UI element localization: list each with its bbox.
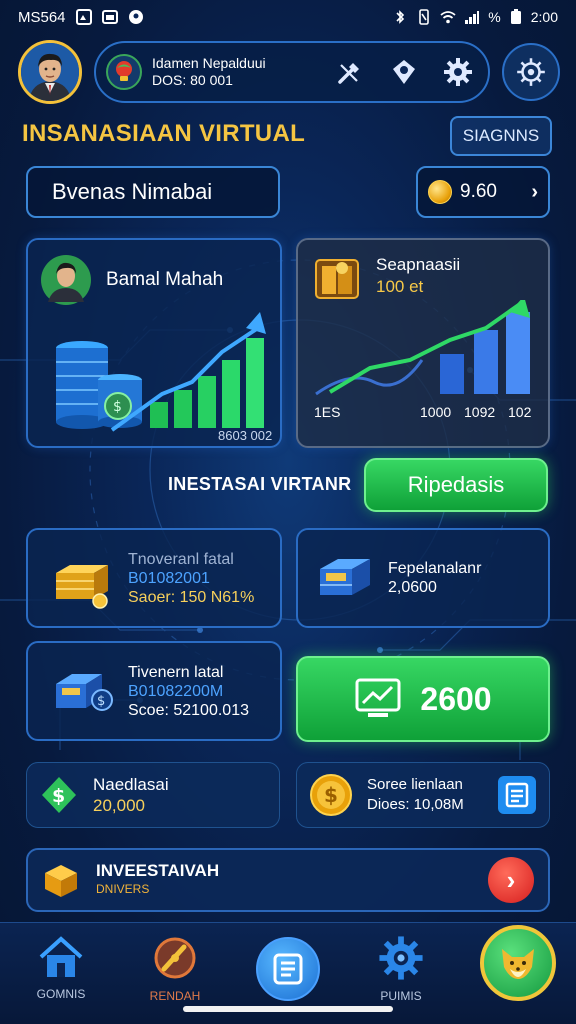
wifi-icon	[440, 11, 456, 24]
tools-button[interactable]	[328, 50, 372, 94]
cash-box-icon: $	[56, 674, 113, 711]
score-card[interactable]: $ Soree lienlaan Dioes: 10,08M	[296, 762, 550, 828]
avatar[interactable]	[18, 40, 82, 104]
card-code: B01082001	[128, 569, 210, 587]
coin-balance: 9.60	[460, 181, 497, 202]
battery-percent: %	[488, 9, 501, 25]
coin-balance-button[interactable]: 9.60 ›	[416, 166, 550, 218]
bluetooth-icon	[396, 10, 405, 24]
cash-stack-icon	[320, 559, 370, 595]
money-stack-icon	[315, 259, 359, 299]
card-title: Naedlasai	[93, 775, 169, 794]
tools-icon	[338, 63, 359, 84]
banner-subtitle: DNIVERS	[96, 882, 150, 896]
home-indicator[interactable]	[183, 1006, 393, 1012]
total-button[interactable]: 2600	[296, 656, 550, 742]
carrier-label: MS564	[18, 8, 66, 26]
list-icon	[273, 953, 303, 985]
gear-icon	[379, 936, 423, 980]
dollar-icon: $	[42, 777, 76, 813]
nav-item-invest[interactable]: RENDAH	[130, 935, 220, 1003]
home-icon	[39, 936, 83, 977]
balance-card[interactable]: $ Naedlasai 20,000	[26, 762, 280, 828]
nav-label: PUIMIS	[380, 989, 422, 1003]
card-score: Saoer: 150 N61%	[128, 588, 255, 606]
system-settings-button[interactable]	[502, 43, 560, 101]
name-field[interactable]: Bvenas Nimabai	[26, 166, 280, 218]
box-icon	[45, 865, 77, 897]
banner-title: INVEESTAIVAH	[96, 861, 220, 880]
header: Idamen Nepalduui DOS: 80 001	[18, 40, 560, 104]
card-title: Tnoveranl fatal	[128, 550, 234, 568]
coin-dollar-icon: $	[310, 774, 352, 816]
clock: 2:00	[530, 9, 558, 25]
gear-icon	[444, 58, 472, 86]
fox-icon	[502, 949, 534, 979]
card-code: B01082200M	[128, 682, 224, 700]
bar-chart-icon	[315, 300, 530, 396]
badge-icon	[393, 60, 415, 84]
tick-label: 1092	[464, 404, 496, 420]
nav-item-home[interactable]: GOMNIS	[16, 935, 106, 1001]
nav-label: GOMNIS	[36, 987, 86, 1001]
nav-fab-profile[interactable]	[480, 925, 556, 1001]
svg-text:$: $	[52, 785, 65, 807]
chevron-right-icon: ›	[531, 180, 538, 203]
tick-label: 1ES	[314, 404, 341, 420]
svg-text:$: $	[324, 783, 338, 807]
profile-sub: DOS: 80 001	[152, 72, 233, 88]
settings-button[interactable]	[436, 50, 480, 94]
status-bar: MS564 % 2:00	[0, 0, 576, 34]
coin-icon	[428, 180, 452, 204]
report-button[interactable]: Ripedasis	[364, 458, 548, 512]
battery-icon	[510, 9, 521, 24]
vibrate-icon	[419, 9, 430, 25]
card-value: 20,000	[93, 796, 145, 815]
card-left-value: 8603 002	[218, 428, 273, 443]
notification-icon	[75, 9, 92, 25]
investment-card-cash[interactable]: $ Tivenern latal B01082200M Scoe: 52100.…	[26, 641, 282, 741]
location-icon	[128, 10, 143, 24]
card-title: Tivenern latal	[128, 663, 224, 681]
tick-label: 1000	[420, 404, 452, 420]
card-title: Fepelanalanr	[388, 560, 482, 577]
document-icon[interactable]	[497, 775, 537, 815]
signs-button[interactable]: SIAGNNS	[450, 116, 552, 156]
gold-bars-icon	[56, 565, 108, 609]
chart-screen-icon	[355, 678, 401, 717]
invest-label: INESTASAI VIRTANR	[168, 474, 352, 494]
profile-name: Idamen Nepalduui	[152, 55, 266, 71]
portfolio-card-left[interactable]: Bamal Mahah $ 8603 002	[26, 238, 282, 448]
signal-icon	[465, 11, 480, 24]
chevron-right-icon[interactable]: ›	[488, 857, 534, 903]
card-right-value: 100 et	[376, 277, 424, 296]
nav-item-list[interactable]	[256, 937, 320, 1001]
gauge-icon	[154, 937, 196, 979]
card-left-title: Bamal Mahah	[106, 269, 224, 290]
portfolio-card-right[interactable]: Seapnaasii 100 et 1ES 1000 1092 102	[296, 238, 550, 448]
page-title: INSANASIAAN VIRTUAL	[22, 120, 306, 147]
lightbulb-icon	[106, 54, 142, 90]
svg-text:$: $	[113, 399, 122, 415]
investment-card-blue[interactable]: Fepelanalanr 2,0600	[296, 528, 550, 628]
badge-button[interactable]	[382, 50, 426, 94]
image-icon	[101, 10, 118, 24]
card-value: Dioes: 10,08M	[367, 796, 464, 813]
gear-icon	[517, 58, 545, 86]
user-avatar-icon	[21, 43, 79, 101]
investment-card-gold[interactable]: Tnoveranl fatal B01082001 Saoer: 150 N61…	[26, 528, 282, 628]
profile-pill[interactable]: Idamen Nepalduui DOS: 80 001	[94, 41, 490, 103]
nav-item-settings[interactable]: PUIMIS	[356, 935, 446, 1003]
card-title: Soree lienlaan	[367, 776, 463, 793]
card-right-title: Seapnaasii	[376, 255, 461, 274]
tick-label: 102	[508, 404, 532, 420]
svg-text:$: $	[97, 694, 105, 709]
growth-chart-icon: $	[56, 312, 266, 432]
nav-label: RENDAH	[149, 989, 201, 1003]
promo-banner[interactable]: INVEESTAIVAH DNIVERS ›	[26, 848, 550, 912]
total-value: 2600	[420, 680, 492, 717]
card-value: 2,0600	[388, 579, 437, 596]
card-score: Scoe: 52100.013	[128, 701, 249, 719]
